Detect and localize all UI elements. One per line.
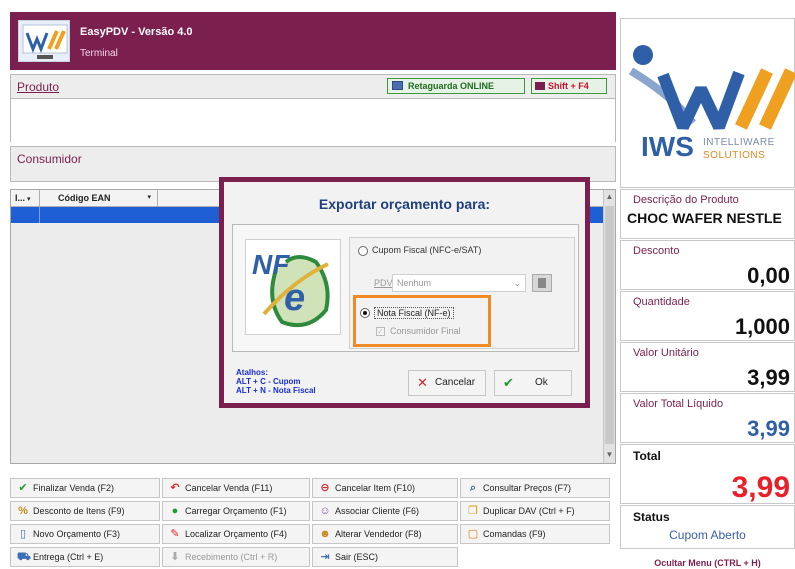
receive-icon: ⬇ bbox=[170, 551, 180, 563]
produto-input[interactable] bbox=[11, 98, 615, 142]
retaguarda-status-badge: Retaguarda ONLINE bbox=[387, 78, 525, 94]
export-dialog: Exportar orçamento para: NF e Cupom Fisc… bbox=[219, 177, 590, 408]
retaguarda-status-text: Retaguarda ONLINE bbox=[408, 81, 495, 91]
shortcut-icon bbox=[535, 82, 545, 90]
company-logo: IWS INTELLIWARE SOLUTIONS bbox=[620, 18, 795, 188]
logo-text: IWS bbox=[641, 131, 694, 162]
descricao-box: Descrição do Produto CHOC WAFER NESTLE bbox=[620, 189, 795, 239]
load-icon: ● bbox=[171, 505, 179, 517]
shortcuts-help: Atalhos: ALT + C - Cupom ALT + N - Nota … bbox=[236, 368, 316, 395]
descricao-label: Descrição do Produto bbox=[633, 194, 739, 206]
svg-text:e: e bbox=[284, 277, 305, 319]
close-icon: ✕ bbox=[417, 375, 428, 390]
column-header-item[interactable]: I... ▾ bbox=[11, 190, 40, 207]
valor-unitario-label: Valor Unitário bbox=[633, 347, 699, 359]
comandas-button[interactable]: ▢ Comandas (F9) bbox=[460, 524, 610, 544]
pdv-lookup-button[interactable] bbox=[532, 274, 552, 292]
entrega-button[interactable]: ⛟ Entrega (Ctrl + E) bbox=[10, 547, 160, 567]
column-header-ean[interactable]: Código EAN ▾ bbox=[40, 190, 158, 207]
shift-f4-label: Shift + F4 bbox=[548, 81, 589, 91]
exit-icon: ⇥ bbox=[320, 551, 330, 563]
scroll-up-icon[interactable]: ▲ bbox=[604, 190, 615, 204]
consultar-precos-button[interactable]: ⌕ Consultar Preços (F7) bbox=[460, 478, 610, 498]
valor-unitario-value: 3,99 bbox=[747, 365, 790, 390]
consumidor-label: Consumidor bbox=[17, 152, 82, 166]
valor-liquido-value: 3,99 bbox=[747, 416, 790, 441]
valor-liquido-box: Valor Total Líquido 3,99 bbox=[620, 393, 795, 443]
monitor-icon bbox=[392, 81, 403, 90]
grid-icon bbox=[538, 278, 546, 288]
pdv-label: PDV bbox=[374, 278, 393, 288]
search-icon: ⌕ bbox=[469, 482, 477, 494]
svg-text:NF: NF bbox=[252, 249, 290, 280]
scrollbar-thumb[interactable] bbox=[605, 206, 614, 444]
desconto-value: 0,00 bbox=[747, 263, 790, 288]
cancel-item-icon: ⊖ bbox=[320, 482, 330, 494]
valor-unitario-box: Valor Unitário 3,99 bbox=[620, 342, 795, 392]
locate-icon: ✎ bbox=[170, 528, 180, 540]
cancel-button[interactable]: ✕ Cancelar bbox=[408, 370, 486, 396]
ocultar-menu-link[interactable]: Ocultar Menu (CTRL + H) bbox=[620, 558, 795, 568]
duplicar-dav-button[interactable]: ❐ Duplicar DAV (Ctrl + F) bbox=[460, 501, 610, 521]
logo-subtitle-1: INTELLIWARE bbox=[703, 137, 775, 148]
novo-orcamento-button[interactable]: ▯ Novo Orçamento (F3) bbox=[10, 524, 160, 544]
client-icon: ☺ bbox=[319, 505, 331, 517]
cancel-sale-icon: ↶ bbox=[170, 482, 180, 494]
scroll-down-icon[interactable]: ▼ bbox=[604, 448, 615, 462]
discount-icon: % bbox=[18, 505, 28, 517]
alterar-vendedor-button[interactable]: ☻ Alterar Vendedor (F8) bbox=[312, 524, 458, 544]
new-doc-icon: ▯ bbox=[19, 528, 27, 540]
iws-logo-icon bbox=[628, 45, 795, 130]
check-icon: ✔ bbox=[18, 482, 28, 494]
duplicate-icon: ❐ bbox=[468, 505, 478, 517]
app-subtitle: Terminal bbox=[80, 48, 118, 59]
cupom-radio[interactable] bbox=[358, 246, 368, 256]
highlight-box bbox=[353, 295, 491, 347]
quantidade-value: 1,000 bbox=[734, 314, 790, 339]
status-label: Status bbox=[633, 510, 670, 524]
row-divider bbox=[39, 207, 40, 223]
desconto-box: Desconto 0,00 bbox=[620, 240, 795, 290]
dialog-title: Exportar orçamento para: bbox=[318, 196, 491, 212]
carregar-orcamento-button[interactable]: ● Carregar Orçamento (F1) bbox=[162, 501, 310, 521]
total-value: 3,99 bbox=[731, 471, 790, 504]
pdv-select[interactable]: Nenhum ⌄ bbox=[392, 274, 526, 292]
descricao-value: CHOC WAFER NESTLE bbox=[627, 210, 782, 226]
vertical-scrollbar[interactable]: ▲ ▼ bbox=[603, 190, 615, 463]
truck-icon: ⛟ bbox=[17, 551, 31, 563]
total-box: Total 3,99 bbox=[620, 444, 795, 504]
recebimento-button[interactable]: ⬇ Recebimento (Ctrl + R) bbox=[162, 547, 310, 567]
finalizar-venda-button[interactable]: ✔ Finalizar Venda (F2) bbox=[10, 478, 160, 498]
cancelar-venda-button[interactable]: ↶ Cancelar Venda (F11) bbox=[162, 478, 310, 498]
quantidade-label: Quantidade bbox=[633, 296, 690, 308]
chevron-down-icon: ⌄ bbox=[513, 278, 521, 288]
produto-label: Produto bbox=[17, 80, 60, 94]
cupom-option-label[interactable]: Cupom Fiscal (NFC-e/SAT) bbox=[372, 245, 481, 255]
associar-cliente-button[interactable]: ☺ Associar Cliente (F6) bbox=[312, 501, 458, 521]
desconto-label: Desconto bbox=[633, 245, 680, 257]
shift-f4-shortcut[interactable]: Shift + F4 bbox=[531, 78, 607, 94]
ok-button[interactable]: ✔ Ok bbox=[494, 370, 572, 396]
produto-panel: Produto Retaguarda ONLINE Shift + F4 bbox=[10, 74, 616, 142]
comandas-icon: ▢ bbox=[467, 528, 479, 540]
app-title: EasyPDV - Versão 4.0 bbox=[80, 26, 193, 38]
nfe-logo-icon: NF e bbox=[245, 239, 341, 335]
sair-button[interactable]: ⇥ Sair (ESC) bbox=[312, 547, 458, 567]
logo-subtitle-2: SOLUTIONS bbox=[703, 150, 766, 161]
seller-icon: ☻ bbox=[319, 528, 331, 540]
cancelar-item-button[interactable]: ⊖ Cancelar Item (F10) bbox=[312, 478, 458, 498]
valor-liquido-label: Valor Total Líquido bbox=[633, 398, 724, 410]
app-logo-icon bbox=[18, 20, 70, 62]
check-icon: ✔ bbox=[503, 375, 514, 390]
desconto-itens-button[interactable]: % Desconto de Itens (F9) bbox=[10, 501, 160, 521]
status-value: Cupom Aberto bbox=[669, 528, 746, 542]
quantidade-box: Quantidade 1,000 bbox=[620, 291, 795, 341]
total-label: Total bbox=[633, 449, 661, 463]
localizar-orcamento-button[interactable]: ✎ Localizar Orçamento (F4) bbox=[162, 524, 310, 544]
title-bar: EasyPDV - Versão 4.0 Terminal bbox=[10, 12, 616, 70]
status-box: Status Cupom Aberto bbox=[620, 505, 795, 549]
